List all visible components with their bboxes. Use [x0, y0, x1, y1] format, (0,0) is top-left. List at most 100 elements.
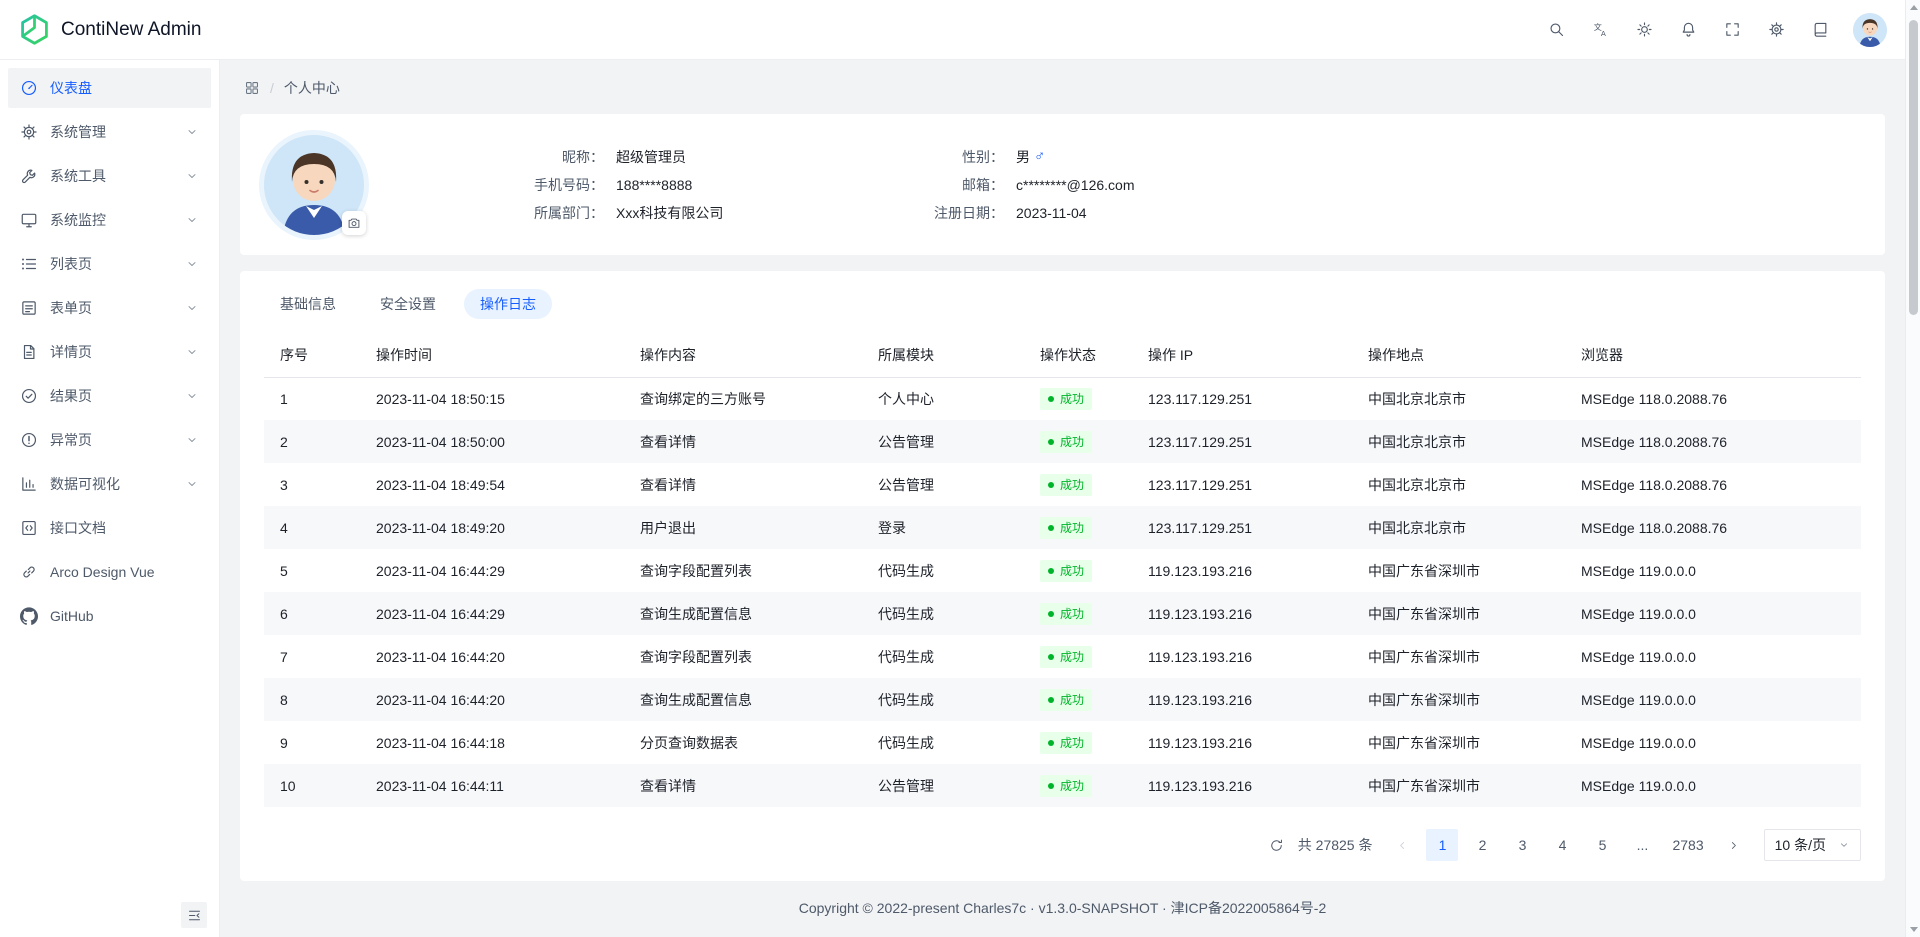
cell-content: 分页查询数据表	[624, 721, 862, 764]
chevron-down-icon	[185, 257, 199, 271]
pagination-prev-button[interactable]	[1386, 829, 1418, 861]
cell-time: 2023-11-04 18:50:15	[360, 377, 624, 420]
sidebar-item-label: 数据可视化	[50, 474, 185, 494]
cell-content: 查询绑定的三方账号	[624, 377, 862, 420]
status-badge: 成功	[1040, 517, 1092, 539]
theme-button[interactable]	[1627, 13, 1661, 47]
cell-no: 8	[264, 678, 360, 721]
cell-time: 2023-11-04 18:49:20	[360, 506, 624, 549]
gear-icon	[20, 123, 38, 141]
translate-button[interactable]: 文A	[1583, 13, 1617, 47]
docs-button[interactable]	[1803, 13, 1837, 47]
refresh-button[interactable]	[1264, 832, 1290, 858]
scrollbar-up-arrow[interactable]	[1906, 0, 1920, 15]
pagination-page-4[interactable]: 4	[1546, 829, 1578, 861]
column-header-browser: 浏览器	[1565, 333, 1861, 377]
status-dot-icon	[1048, 396, 1054, 402]
pagination-page-3[interactable]: 3	[1506, 829, 1538, 861]
sidebar-item-label: 结果页	[50, 386, 185, 406]
status-dot-icon	[1048, 697, 1054, 703]
status-dot-icon	[1048, 568, 1054, 574]
fullscreen-icon	[1724, 21, 1741, 38]
sidebar-item-exception-page[interactable]: 异常页	[8, 420, 211, 460]
scrollbar-down-arrow[interactable]	[1906, 922, 1920, 937]
profile-field-label: 昵称：	[514, 146, 604, 168]
chevron-left-icon	[1396, 839, 1409, 852]
sidebar-item-system-management[interactable]: 系统管理	[8, 112, 211, 152]
cell-browser: MSEdge 118.0.2088.76	[1565, 420, 1861, 463]
sidebar-item-label: 系统管理	[50, 122, 185, 142]
chevron-down-icon	[185, 213, 199, 227]
status-dot-icon	[1048, 740, 1054, 746]
cell-status: 成功	[1024, 506, 1132, 549]
profile-field-row: 注册日期：2023-11-04	[914, 202, 1135, 224]
tab-basic-info[interactable]: 基础信息	[264, 289, 352, 319]
cell-time: 2023-11-04 16:44:18	[360, 721, 624, 764]
logo-area[interactable]: ContiNew Admin	[18, 13, 201, 46]
sidebar-item-list-page[interactable]: 列表页	[8, 244, 211, 284]
pagination-page-1[interactable]: 1	[1426, 829, 1458, 861]
cell-status: 成功	[1024, 721, 1132, 764]
status-dot-icon	[1048, 525, 1054, 531]
continew-logo-icon	[18, 13, 51, 46]
table-row: 72023-11-04 16:44:20查询字段配置列表代码生成成功119.12…	[264, 635, 1861, 678]
breadcrumb-current: 个人中心	[284, 78, 340, 98]
pagination-page-2[interactable]: 2	[1466, 829, 1498, 861]
wrench-icon	[20, 167, 38, 185]
chevron-down-icon	[185, 169, 199, 183]
tab-security[interactable]: 安全设置	[364, 289, 452, 319]
profile-field-label: 手机号码：	[514, 174, 604, 196]
cell-content: 查看详情	[624, 764, 862, 807]
page-size-select[interactable]: 10 条/页	[1764, 829, 1861, 861]
profile-field-row: 手机号码： 188****8888	[514, 174, 854, 196]
sidebar-item-system-tools[interactable]: 系统工具	[8, 156, 211, 196]
github-icon	[20, 607, 38, 625]
pagination-page-2783[interactable]: 2783	[1666, 829, 1709, 861]
cell-content: 查询生成配置信息	[624, 592, 862, 635]
search-button[interactable]	[1539, 13, 1573, 47]
sidebar-item-arco-design-vue[interactable]: Arco Design Vue	[8, 552, 211, 592]
pagination-next-button[interactable]	[1718, 829, 1750, 861]
sidebar-item-result-page[interactable]: 结果页	[8, 376, 211, 416]
breadcrumb: / 个人中心	[240, 60, 1885, 114]
cell-status: 成功	[1024, 678, 1132, 721]
user-avatar[interactable]	[1853, 13, 1887, 47]
apps-icon[interactable]	[244, 80, 260, 96]
cell-module: 个人中心	[862, 377, 1024, 420]
page-size-value: 10 条/页	[1775, 835, 1826, 855]
cell-location: 中国广东省深圳市	[1352, 721, 1565, 764]
sidebar-item-detail-page[interactable]: 详情页	[8, 332, 211, 372]
fullscreen-button[interactable]	[1715, 13, 1749, 47]
sidebar-item-data-visualization[interactable]: 数据可视化	[8, 464, 211, 504]
sidebar-item-form-page[interactable]: 表单页	[8, 288, 211, 328]
cell-status: 成功	[1024, 420, 1132, 463]
status-badge: 成功	[1040, 388, 1092, 410]
sidebar-collapse-button[interactable]	[181, 902, 207, 928]
page-footer: Copyright © 2022-present Charles7c · v1.…	[240, 881, 1885, 935]
sidebar-item-github[interactable]: GitHub	[8, 596, 211, 636]
sidebar-item-dashboard[interactable]: 仪表盘	[8, 68, 211, 108]
sidebar-item-label: 异常页	[50, 430, 185, 450]
cell-no: 5	[264, 549, 360, 592]
profile-field-value: 超级管理员	[616, 146, 686, 168]
chevron-down-icon	[185, 301, 199, 315]
sidebar-item-api-docs[interactable]: 接口文档	[8, 508, 211, 548]
bell-icon	[1680, 21, 1697, 38]
tab-operation-log[interactable]: 操作日志	[464, 289, 552, 319]
cell-content: 用户退出	[624, 506, 862, 549]
profile-field-label: 注册日期：	[914, 202, 1004, 224]
settings-button[interactable]	[1759, 13, 1793, 47]
sidebar-item-system-monitor[interactable]: 系统监控	[8, 200, 211, 240]
cell-location: 中国北京北京市	[1352, 463, 1565, 506]
change-avatar-button[interactable]	[342, 211, 366, 235]
scrollbar-thumb[interactable]	[1909, 20, 1918, 315]
cell-location: 中国广东省深圳市	[1352, 764, 1565, 807]
chevron-down-icon	[185, 125, 199, 139]
pagination-ellipsis[interactable]: ...	[1626, 829, 1658, 861]
link-icon	[20, 563, 38, 581]
profile-field-value: 188****8888	[616, 174, 692, 196]
notifications-button[interactable]	[1671, 13, 1705, 47]
table-row: 32023-11-04 18:49:54查看详情公告管理成功123.117.12…	[264, 463, 1861, 506]
cell-time: 2023-11-04 16:44:20	[360, 635, 624, 678]
pagination-page-5[interactable]: 5	[1586, 829, 1618, 861]
